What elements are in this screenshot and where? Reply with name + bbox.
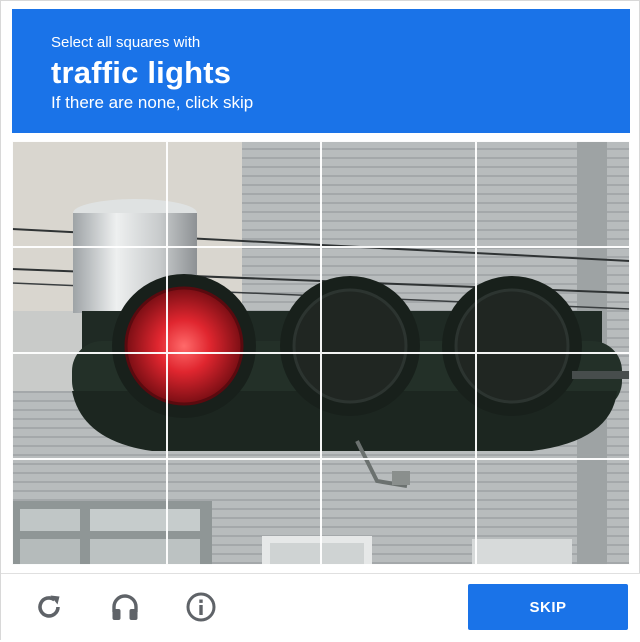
grid-tile[interactable]: [12, 459, 167, 565]
headphones-icon[interactable]: [108, 590, 142, 624]
grid-tile[interactable]: [166, 459, 321, 565]
skip-hint-text: If there are none, click skip: [51, 93, 254, 112]
image-grid: [12, 141, 630, 565]
grid-tile[interactable]: [321, 247, 476, 353]
grid-tile[interactable]: [475, 353, 630, 459]
captcha-widget: Select all squares with traffic lights I…: [0, 0, 640, 642]
challenge-header: Select all squares with traffic lights I…: [12, 9, 630, 133]
grid-tile[interactable]: [321, 353, 476, 459]
grid-tile[interactable]: [12, 247, 167, 353]
grid-tile[interactable]: [12, 353, 167, 459]
captcha-footer: SKIP: [1, 573, 640, 642]
grid-tile[interactable]: [166, 141, 321, 247]
reload-icon[interactable]: [32, 590, 66, 624]
grid-tile[interactable]: [475, 459, 630, 565]
skip-button[interactable]: SKIP: [468, 584, 628, 630]
grid-tile[interactable]: [166, 353, 321, 459]
target-object-text: traffic lights: [51, 55, 232, 90]
grid-tile[interactable]: [12, 141, 167, 247]
grid-tile[interactable]: [166, 247, 321, 353]
instruction-text: Select all squares with: [51, 34, 201, 51]
info-icon[interactable]: [184, 590, 218, 624]
grid-tile[interactable]: [475, 247, 630, 353]
grid-tile[interactable]: [321, 459, 476, 565]
grid-tile[interactable]: [475, 141, 630, 247]
tile-grid: [12, 141, 630, 565]
grid-tile[interactable]: [321, 141, 476, 247]
